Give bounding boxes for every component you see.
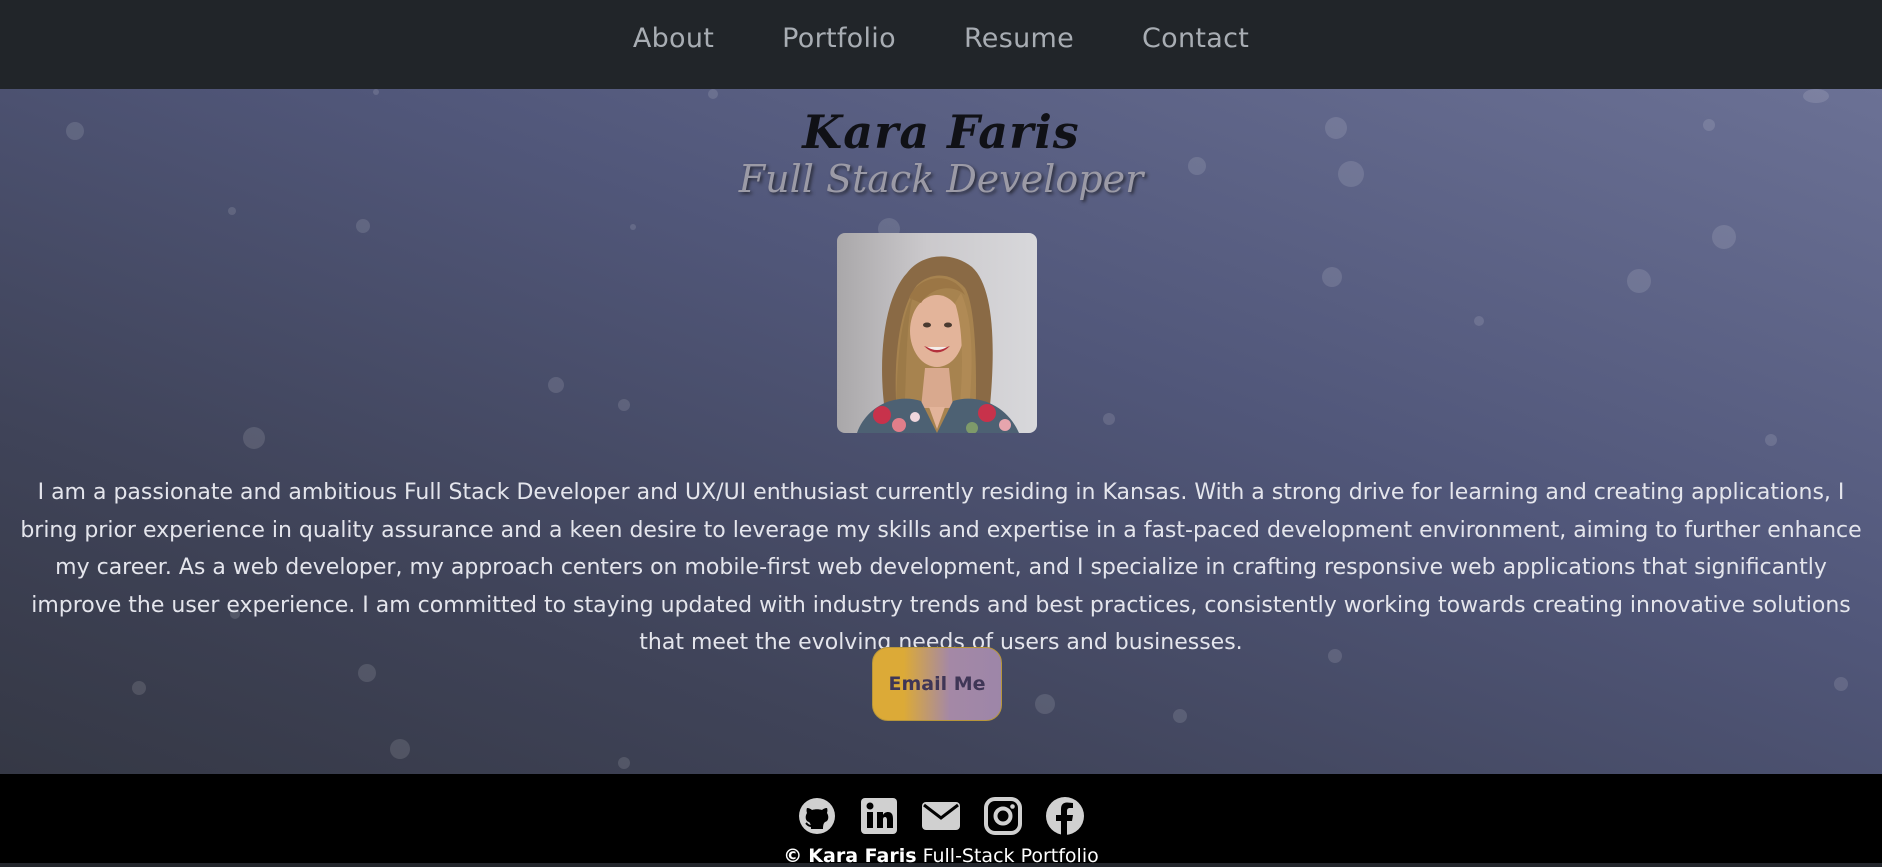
copyright-symbol: © xyxy=(783,845,803,867)
nav-resume-link[interactable]: Resume xyxy=(964,23,1074,54)
nav-portfolio-link[interactable]: Portfolio xyxy=(782,23,896,54)
footer: © Kara Faris Full-Stack Portfolio xyxy=(0,774,1882,867)
top-navbar: About Portfolio Resume Contact xyxy=(0,0,1882,89)
copyright-name: Kara Faris xyxy=(808,845,917,867)
envelope-icon[interactable] xyxy=(921,796,961,836)
about-section: Kara Faris Full Stack Developer I am a p… xyxy=(0,89,1882,774)
developer-role: Full Stack Developer xyxy=(738,157,1144,201)
copyright-label: Full-Stack Portfolio xyxy=(922,845,1099,867)
developer-name: Kara Faris xyxy=(802,105,1080,159)
nav-contact-link[interactable]: Contact xyxy=(1142,23,1249,54)
email-me-button[interactable]: Email Me xyxy=(872,647,1002,721)
profile-photo xyxy=(837,233,1037,433)
copyright-text: © Kara Faris Full-Stack Portfolio xyxy=(0,845,1882,867)
bio-paragraph: I am a passionate and ambitious Full Sta… xyxy=(20,480,1862,655)
linkedin-icon[interactable] xyxy=(859,796,899,836)
facebook-icon[interactable] xyxy=(1045,796,1085,836)
instagram-icon[interactable] xyxy=(983,796,1023,836)
social-icons xyxy=(0,796,1882,836)
github-icon[interactable] xyxy=(797,796,837,836)
nav-about-link[interactable]: About xyxy=(633,23,714,54)
